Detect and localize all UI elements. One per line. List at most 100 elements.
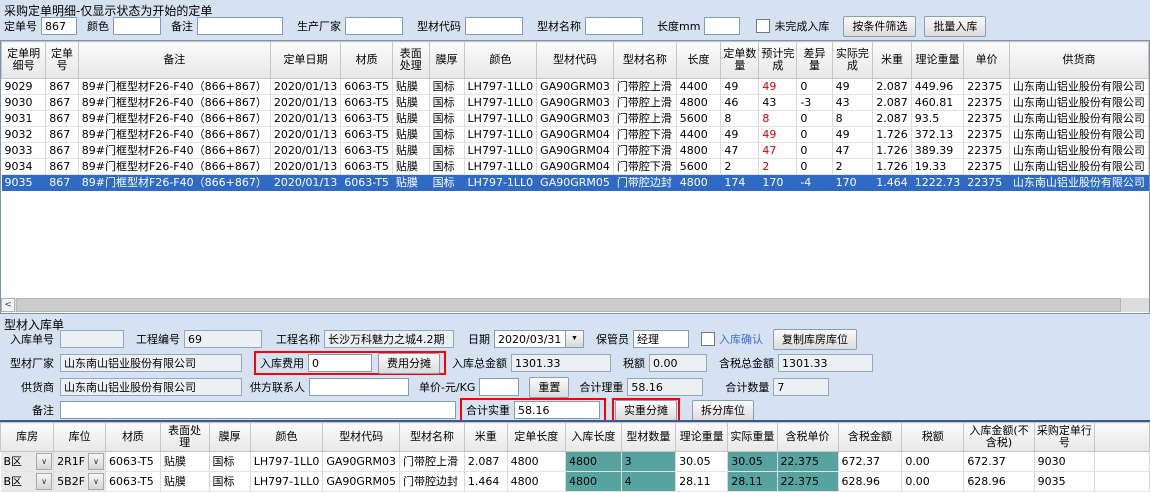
column-header[interactable]: 长度: [676, 42, 721, 79]
total-qty-input[interactable]: [773, 378, 829, 396]
column-header[interactable]: 供货商: [1009, 42, 1148, 79]
column-header[interactable]: 材质: [341, 42, 393, 79]
fee-apportion-button[interactable]: 费用分摊: [378, 353, 440, 374]
column-header[interactable]: 单价: [964, 42, 1010, 79]
profile-code-input[interactable]: [465, 17, 523, 35]
column-header[interactable]: 颜色: [464, 42, 537, 79]
combo-cell[interactable]: 2R1F∨: [54, 452, 106, 472]
column-header[interactable]: 实际完成: [832, 42, 873, 79]
column-header[interactable]: 税额: [902, 423, 964, 452]
table-cell: 2020/01/13: [270, 143, 340, 159]
table-cell: 49: [759, 127, 797, 143]
project-no-input[interactable]: [184, 330, 262, 348]
tax-label: 税额: [623, 355, 645, 371]
column-header[interactable]: 入库长度: [566, 423, 622, 452]
column-header[interactable]: 表面处理: [160, 423, 209, 452]
remark-input[interactable]: [197, 17, 283, 35]
reset-button[interactable]: 重置: [529, 377, 569, 398]
split-location-button[interactable]: 拆分库位: [692, 400, 754, 421]
table-row[interactable]: 903386789#门框型材F26-F40（866+867）2020/01/13…: [2, 143, 1149, 159]
project-name-input[interactable]: [324, 330, 454, 348]
profile-name-input[interactable]: [585, 17, 643, 35]
column-header[interactable]: 膜厚: [209, 423, 250, 452]
table-cell: 门带腔下滑: [613, 143, 676, 159]
column-header[interactable]: 定单数量: [721, 42, 759, 79]
column-header[interactable]: 米重: [464, 423, 507, 452]
batch-stock-in-button[interactable]: 批量入库: [924, 16, 986, 37]
column-header[interactable]: 备注: [78, 42, 270, 79]
column-header[interactable]: 入库金额(不含税): [964, 423, 1034, 452]
column-header[interactable]: 含税单价: [777, 423, 838, 452]
chevron-down-icon[interactable]: ∨: [36, 453, 52, 470]
column-header[interactable]: 定单日期: [270, 42, 340, 79]
column-header[interactable]: 库房: [1, 423, 54, 452]
scrollbar-thumb[interactable]: [16, 298, 1121, 312]
table-cell: 贴膜: [392, 175, 429, 191]
column-header[interactable]: 膜厚: [429, 42, 464, 79]
color-input[interactable]: [113, 17, 161, 35]
column-header[interactable]: 差异量: [797, 42, 832, 79]
column-header[interactable]: 表面处理: [392, 42, 429, 79]
filter-by-condition-button[interactable]: 按条件筛选: [843, 16, 916, 37]
total-theory-weight-input[interactable]: [627, 378, 703, 396]
scroll-left-button[interactable]: <: [1, 298, 15, 312]
combo-cell[interactable]: B区∨: [1, 472, 54, 492]
date-input[interactable]: [494, 330, 566, 348]
table-row[interactable]: B区∨5B2F∨6063-T5贴膜国标LH797-1LL0GA90GRM05门带…: [1, 472, 1150, 492]
column-header[interactable]: 理论重量: [676, 423, 728, 452]
chevron-down-icon[interactable]: ∨: [88, 453, 104, 470]
column-header[interactable]: 型材数量: [621, 423, 675, 452]
receipt-no-input[interactable]: [60, 330, 124, 348]
column-header[interactable]: 米重: [873, 42, 912, 79]
column-header[interactable]: 定单长度: [507, 423, 565, 452]
table-row[interactable]: 903286789#门框型材F26-F40（866+867）2020/01/13…: [2, 127, 1149, 143]
combo-cell[interactable]: 5B2F∨: [54, 472, 106, 492]
factory-input[interactable]: [60, 354, 242, 372]
note-input[interactable]: [60, 401, 456, 419]
unfinished-checkbox[interactable]: [756, 19, 770, 33]
manufacturer-input[interactable]: [345, 17, 403, 35]
total-with-tax-input[interactable]: [778, 354, 873, 372]
column-header[interactable]: 含税金额: [838, 423, 902, 452]
combo-cell[interactable]: B区∨: [1, 452, 54, 472]
column-header[interactable]: 型材代码: [537, 42, 614, 79]
column-header[interactable]: 实际重量: [728, 423, 777, 452]
column-header[interactable]: 颜色: [250, 423, 323, 452]
supplier-input[interactable]: [60, 378, 242, 396]
copy-warehouse-location-button[interactable]: 复制库房库位: [773, 329, 857, 350]
table-row[interactable]: 903186789#门框型材F26-F40（866+867）2020/01/13…: [2, 111, 1149, 127]
column-header[interactable]: 型材代码: [323, 423, 400, 452]
table-row[interactable]: 903486789#门框型材F26-F40（866+867）2020/01/13…: [2, 159, 1149, 175]
column-header[interactable]: 定单明细号: [2, 42, 46, 79]
column-header[interactable]: [1095, 423, 1150, 452]
total-amount-input[interactable]: [511, 354, 611, 372]
table-cell: 372.13: [911, 127, 964, 143]
column-header[interactable]: 预计完成: [759, 42, 797, 79]
column-header[interactable]: 材质: [106, 423, 161, 452]
unit-price-input[interactable]: [479, 378, 519, 396]
fee-input[interactable]: [308, 354, 372, 372]
table-cell: 43: [832, 95, 873, 111]
keeper-input[interactable]: [633, 330, 689, 348]
column-header[interactable]: 定单号: [46, 42, 79, 79]
tax-input[interactable]: [649, 354, 707, 372]
column-header[interactable]: 理论重量: [911, 42, 964, 79]
table-row[interactable]: 902986789#门框型材F26-F40（866+867）2020/01/13…: [2, 79, 1149, 95]
length-input[interactable]: [704, 17, 740, 35]
calendar-dropdown-button[interactable]: ▼: [566, 330, 584, 348]
total-actual-weight-input[interactable]: [514, 401, 600, 419]
table-row[interactable]: B区∨2R1F∨6063-T5贴膜国标LH797-1LL0GA90GRM03门带…: [1, 452, 1150, 472]
actual-weight-apportion-button[interactable]: 实重分摊: [615, 400, 677, 421]
column-header[interactable]: 型材名称: [400, 423, 465, 452]
order-no-input[interactable]: [41, 17, 77, 35]
supplier-contact-input[interactable]: [309, 378, 409, 396]
stockin-confirm-checkbox[interactable]: [701, 332, 715, 346]
chevron-down-icon[interactable]: ∨: [36, 473, 52, 490]
column-header[interactable]: 库位: [54, 423, 106, 452]
table-row[interactable]: 903086789#门框型材F26-F40（866+867）2020/01/13…: [2, 95, 1149, 111]
table-row[interactable]: 903586789#门框型材F26-F40（866+867）2020/01/13…: [2, 175, 1149, 191]
horizontal-scrollbar[interactable]: <: [1, 298, 1149, 312]
column-header[interactable]: 采购定单行号: [1034, 423, 1094, 452]
column-header[interactable]: 型材名称: [613, 42, 676, 79]
chevron-down-icon[interactable]: ∨: [88, 473, 104, 490]
